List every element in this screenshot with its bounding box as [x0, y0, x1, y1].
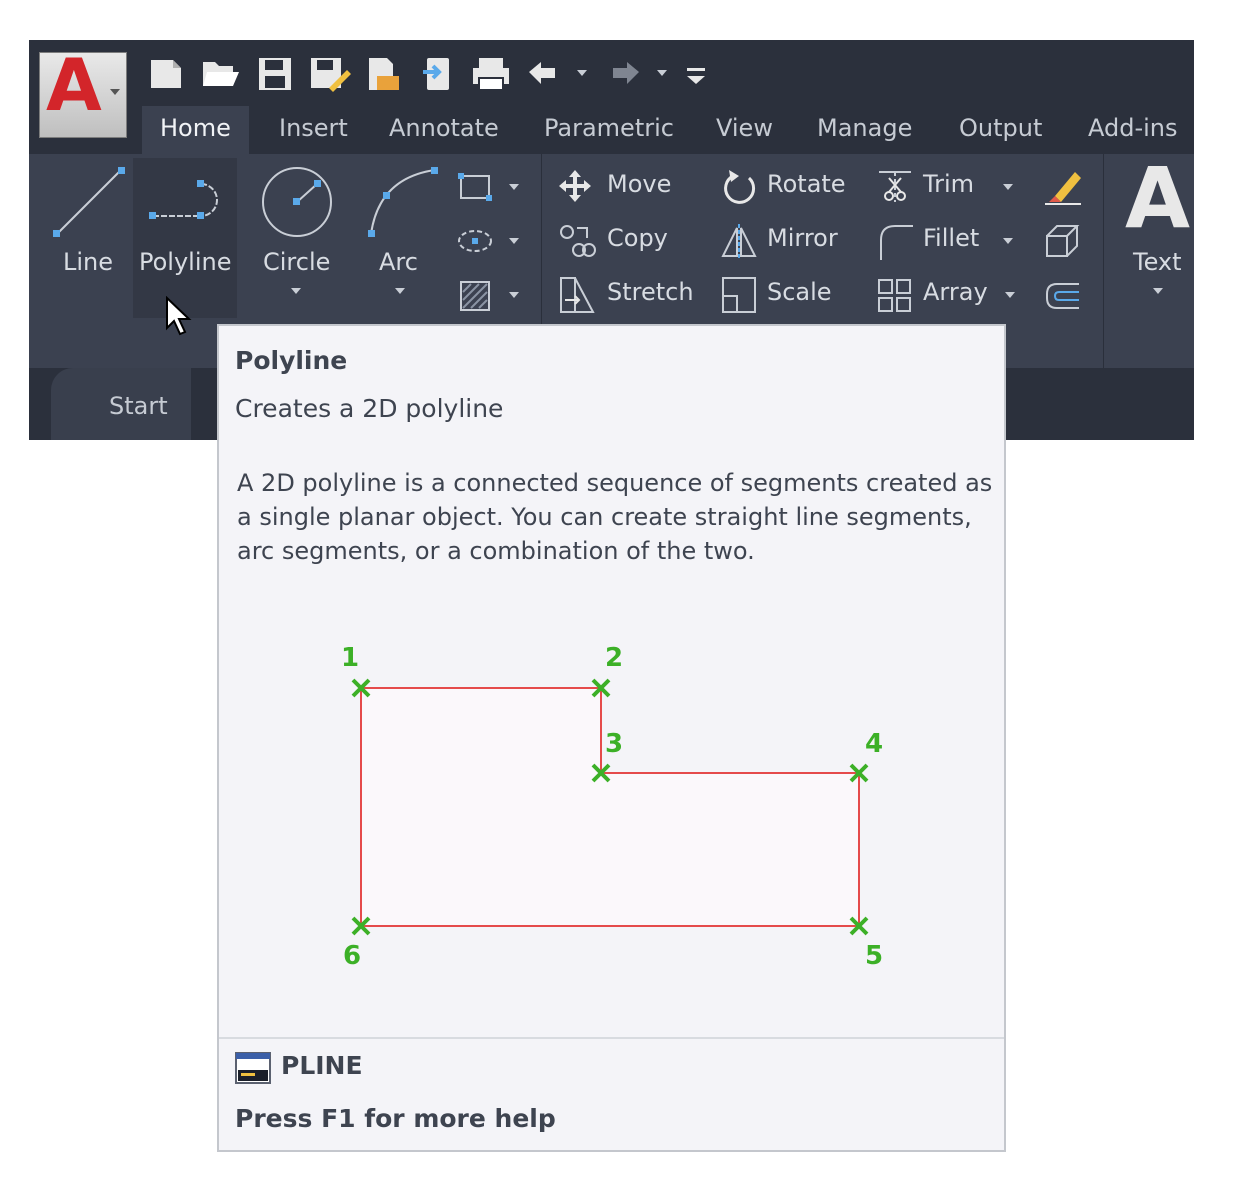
circle-button-label[interactable]: Circle — [263, 248, 330, 276]
mouse-cursor-icon — [166, 296, 192, 336]
rotate-icon[interactable] — [719, 168, 759, 208]
circle-dropdown-icon[interactable] — [291, 288, 301, 294]
mirror-icon[interactable] — [719, 222, 759, 262]
line-button-label[interactable]: Line — [63, 248, 113, 276]
chevron-down-icon — [110, 89, 120, 95]
vertex-2-label: 2 — [605, 643, 623, 673]
rectangle-dropdown-icon[interactable] — [509, 184, 519, 190]
fillet-dropdown-icon[interactable] — [1003, 238, 1013, 244]
tab-home[interactable]: Home — [142, 106, 249, 154]
ellipse-icon[interactable] — [455, 224, 495, 258]
file-tab-start-label[interactable]: Start — [109, 392, 168, 420]
save-as-icon[interactable] — [307, 54, 351, 94]
text-button-label[interactable]: Text — [1133, 248, 1182, 276]
text-dropdown-icon[interactable] — [1153, 288, 1163, 294]
rotate-button-label[interactable]: Rotate — [767, 170, 846, 198]
polyline-diagram: 1 2 3 4 5 6 — [341, 643, 883, 971]
panel-separator — [1103, 154, 1104, 368]
save-icon[interactable] — [255, 54, 295, 94]
print-icon[interactable] — [469, 54, 513, 94]
copy-button-label[interactable]: Copy — [607, 224, 668, 252]
tab-parametric[interactable]: Parametric — [544, 106, 674, 154]
vertex-5-label: 5 — [865, 941, 883, 971]
tab-insert[interactable]: Insert — [279, 106, 348, 154]
open-icon[interactable] — [199, 54, 243, 94]
polyline-shape — [360, 687, 860, 927]
ellipse-dropdown-icon[interactable] — [509, 238, 519, 244]
arc-button-label[interactable]: Arc — [379, 248, 418, 276]
file-tab-start[interactable]: Start — [51, 368, 191, 440]
move-button-label[interactable]: Move — [607, 170, 671, 198]
array-icon[interactable] — [875, 276, 915, 316]
stretch-button-label[interactable]: Stretch — [607, 278, 694, 306]
stretch-icon[interactable] — [557, 274, 597, 316]
tooltip-help-text: Press F1 for more help — [235, 1104, 556, 1133]
hatch-dropdown-icon[interactable] — [509, 292, 519, 298]
offset-icon[interactable] — [1041, 276, 1085, 316]
save-to-web-icon[interactable] — [419, 54, 459, 94]
trim-dropdown-icon[interactable] — [1003, 184, 1013, 190]
arc-icon[interactable] — [363, 164, 443, 244]
tab-add-ins[interactable]: Add-ins — [1088, 106, 1178, 154]
customize-qat-icon[interactable] — [681, 54, 711, 94]
vertex-3-label: 3 — [605, 729, 623, 759]
ribbon-tabs: Home Insert Annotate Parametric View Man… — [29, 106, 1194, 154]
tab-view[interactable]: View — [716, 106, 773, 154]
rectangle-icon[interactable] — [455, 170, 495, 204]
move-icon[interactable] — [557, 168, 593, 204]
polyline-icon[interactable] — [143, 168, 227, 244]
new-icon[interactable] — [147, 54, 187, 94]
mirror-button-label[interactable]: Mirror — [767, 224, 838, 252]
hatch-icon[interactable] — [455, 276, 495, 316]
tooltip-command-name: PLINE — [281, 1051, 363, 1080]
tab-annotate[interactable]: Annotate — [389, 106, 499, 154]
arc-dropdown-icon[interactable] — [395, 288, 405, 294]
open-from-web-icon[interactable] — [363, 54, 403, 94]
fillet-button-label[interactable]: Fillet — [923, 224, 979, 252]
tab-manage[interactable]: Manage — [817, 106, 912, 154]
redo-icon[interactable] — [603, 54, 643, 94]
polyline-tooltip: Polyline Creates a 2D polyline A 2D poly… — [217, 324, 1006, 1152]
scale-icon[interactable] — [719, 274, 759, 316]
text-icon[interactable]: A — [1125, 156, 1190, 240]
redo-dropdown-icon[interactable] — [657, 70, 667, 76]
line-icon[interactable] — [47, 164, 131, 244]
erase-icon[interactable] — [1041, 166, 1085, 208]
trim-button-label[interactable]: Trim — [923, 170, 974, 198]
vertex-1-label: 1 — [341, 643, 359, 673]
undo-dropdown-icon[interactable] — [577, 70, 587, 76]
circle-icon[interactable] — [257, 162, 337, 242]
explode-icon[interactable] — [1041, 222, 1085, 262]
vertex-4-label: 4 — [865, 729, 883, 759]
trim-icon[interactable] — [875, 166, 915, 206]
fillet-icon[interactable] — [875, 220, 915, 262]
array-button-label[interactable]: Array — [923, 278, 988, 306]
polyline-button-label[interactable]: Polyline — [139, 248, 231, 276]
scale-button-label[interactable]: Scale — [767, 278, 832, 306]
array-dropdown-icon[interactable] — [1005, 292, 1015, 298]
command-line-icon — [235, 1052, 271, 1084]
copy-icon[interactable] — [557, 222, 597, 262]
tab-output[interactable]: Output — [959, 106, 1042, 154]
tooltip-divider — [219, 1037, 1004, 1039]
vertex-6-label: 6 — [343, 941, 361, 971]
undo-icon[interactable] — [525, 54, 565, 94]
